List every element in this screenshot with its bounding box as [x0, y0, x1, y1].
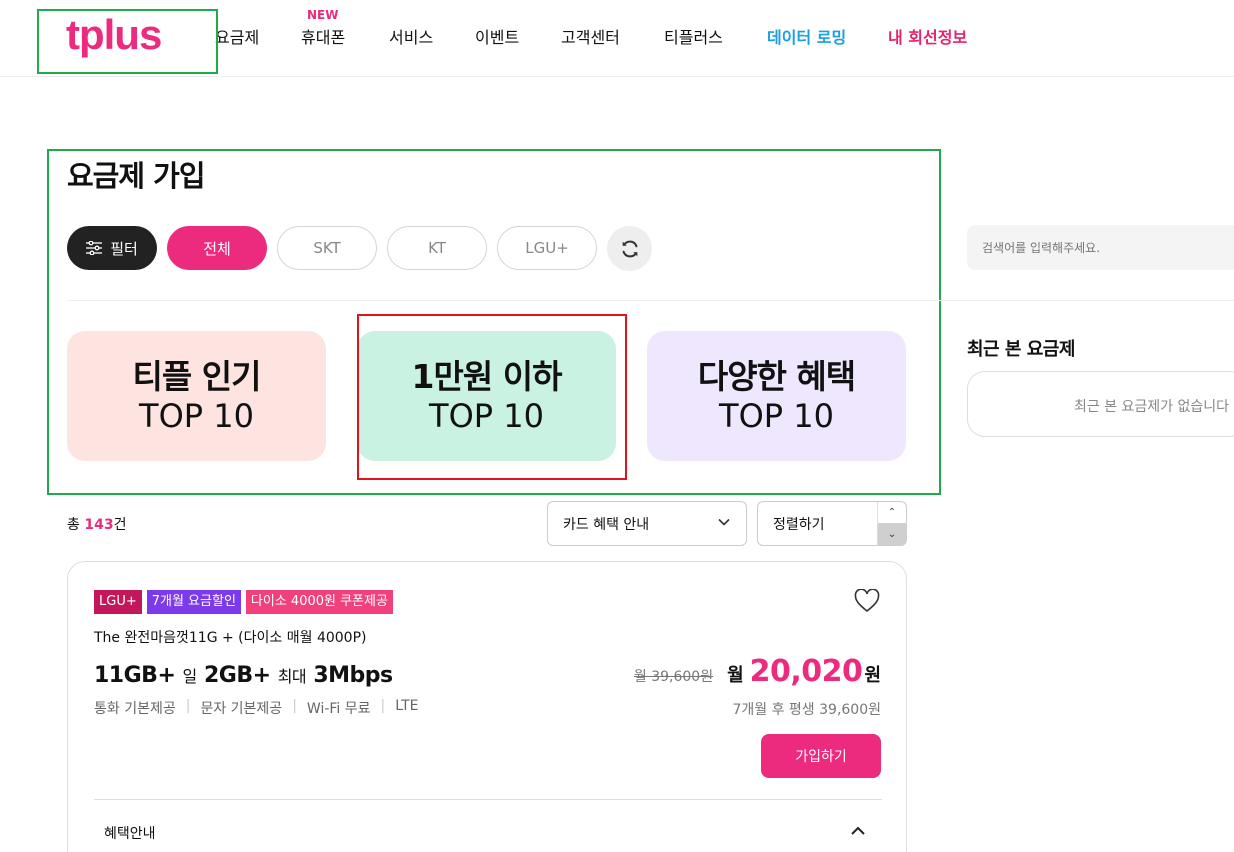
plan-badges: LGU+ 7개월 요금할인 다이소 4000원 쿠폰제공: [94, 590, 393, 614]
reset-filter-button[interactable]: [607, 226, 652, 271]
search-input[interactable]: [967, 225, 1234, 270]
chip-skt[interactable]: SKT: [277, 226, 377, 270]
plan-features: 통화 기본제공 | 문자 기본제공 | Wi-Fi 무료 | LTE: [94, 698, 419, 717]
discount-price: 20,020: [749, 654, 863, 689]
nav-customer-center[interactable]: 고객센터: [561, 24, 620, 48]
top10-benefits-card[interactable]: 다양한 혜택 TOP 10: [647, 331, 906, 461]
nav-data-roaming[interactable]: 데이터 로밍: [767, 24, 846, 48]
discount-badge: 7개월 요금할인: [146, 590, 241, 614]
chip-kt[interactable]: KT: [387, 226, 487, 270]
chip-lgu[interactable]: LGU+: [497, 226, 597, 270]
join-button[interactable]: 가입하기: [761, 734, 881, 778]
plan-card: LGU+ 7개월 요금할인 다이소 4000원 쿠폰제공 The 완전마음껏11…: [67, 561, 907, 852]
sliders-icon: [86, 241, 103, 255]
card-benefit-select[interactable]: 카드 혜택 안내: [547, 501, 747, 546]
coupon-badge: 다이소 4000원 쿠폰제공: [245, 590, 393, 614]
nav-tplus[interactable]: 티플러스: [664, 24, 723, 48]
page-title: 요금제 가입: [67, 159, 205, 193]
total-count: 총 143건: [67, 517, 127, 533]
chip-all[interactable]: 전체: [167, 226, 267, 270]
benefit-info-label: 혜택안내: [104, 826, 156, 842]
refresh-icon: [622, 240, 637, 257]
filter-button[interactable]: 필터: [67, 226, 157, 270]
site-header: tplus 요금제 NEW 휴대폰 서비스 이벤트 고객센터 티플러스 데이터 …: [0, 0, 1234, 77]
nav-my-line-info[interactable]: 내 회선정보: [888, 24, 967, 48]
carrier-badge: LGU+: [94, 590, 142, 614]
recent-plans-title: 최근 본 요금제: [967, 339, 1075, 360]
plan-price: 월 39,600원 월 20,020 원: [633, 654, 881, 689]
recent-plans-box: 최근 본 요금제가 없습니다: [967, 371, 1234, 437]
chevron-down-icon: [718, 518, 730, 526]
heart-icon[interactable]: [854, 589, 880, 613]
new-badge: NEW: [307, 8, 339, 22]
top10-popular-card[interactable]: 티플 인기 TOP 10: [67, 331, 326, 461]
top10-under-10000-card[interactable]: 1만원 이하 TOP 10: [357, 331, 616, 461]
recent-plans-empty: 최근 본 요금제가 없습니다: [1074, 399, 1230, 415]
section-divider: [67, 300, 1234, 301]
sort-select[interactable]: 정렬하기 ⌃ ⌄: [757, 501, 907, 546]
nav-plans[interactable]: 요금제: [215, 24, 259, 48]
nav-events[interactable]: 이벤트: [475, 24, 519, 48]
nav-services[interactable]: 서비스: [389, 24, 433, 48]
original-price: 월 39,600원: [633, 669, 714, 685]
nav-phones[interactable]: NEW 휴대폰: [301, 8, 345, 48]
chevron-up-icon[interactable]: [850, 824, 866, 838]
plan-data-summary: 11GB+ 일 2GB+ 최대 3Mbps: [94, 663, 393, 688]
chevron-up-icon[interactable]: ⌃: [878, 502, 906, 523]
after-discount-price: 7개월 후 평생 39,600원: [732, 702, 881, 718]
tplus-logo[interactable]: tplus: [66, 14, 162, 56]
sort-spinner[interactable]: ⌃ ⌄: [877, 502, 906, 545]
chevron-down-icon[interactable]: ⌄: [878, 523, 906, 545]
card-divider: [94, 799, 882, 800]
plan-name: The 완전마음껏11G + (다이소 매월 4000P): [94, 630, 367, 646]
